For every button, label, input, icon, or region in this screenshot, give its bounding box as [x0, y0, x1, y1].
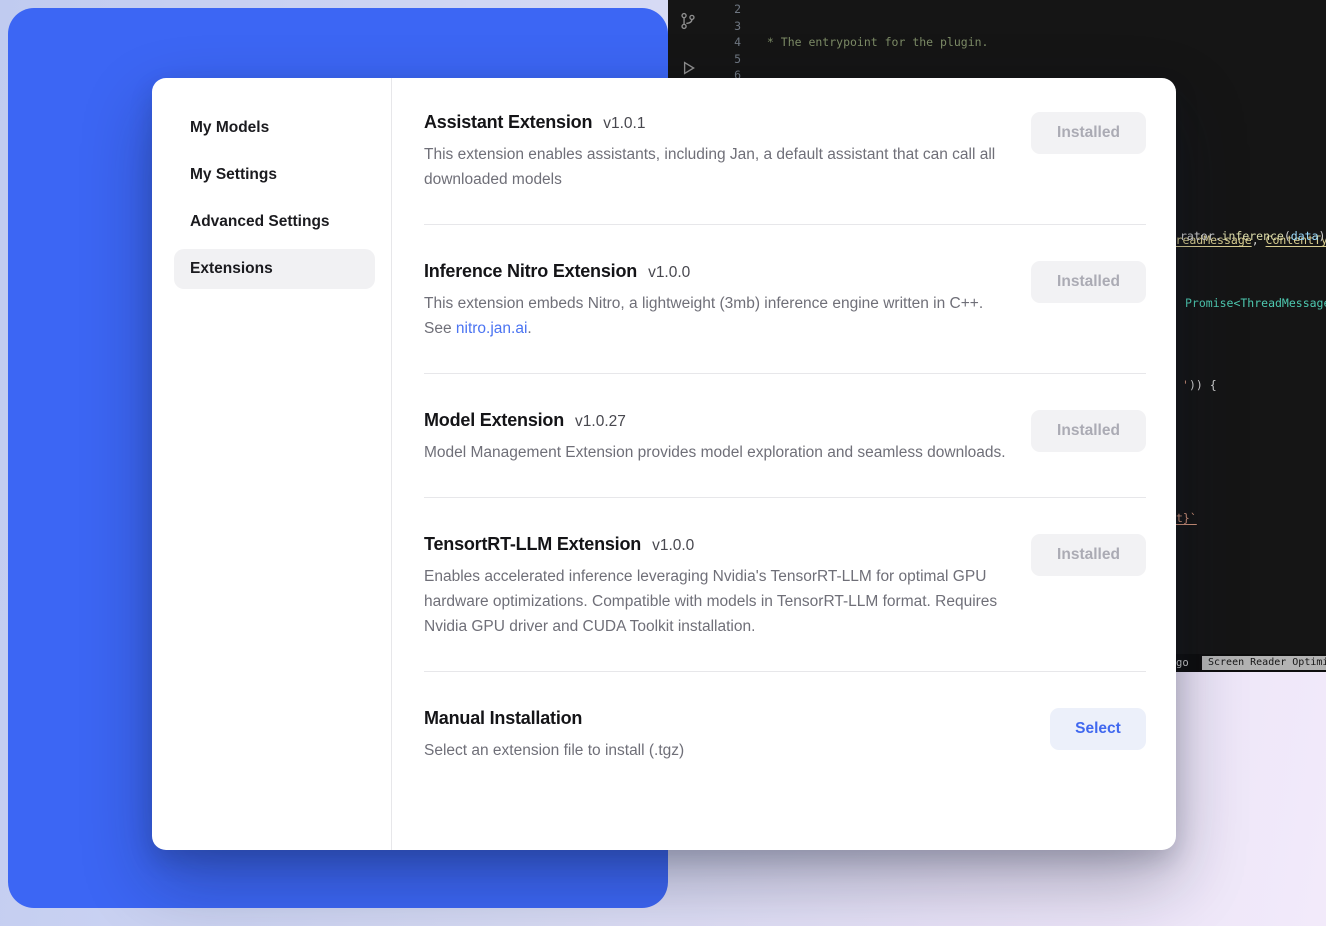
code-token: )) { — [1189, 378, 1217, 392]
desktop-background: 2 3 4 5 6 * The entrypoint for the plugi… — [0, 0, 1326, 926]
extension-version: v1.0.1 — [603, 115, 645, 133]
code-token: rator. — [1180, 229, 1222, 243]
extension-version: v1.0.0 — [652, 537, 694, 555]
description-text: . — [527, 320, 531, 337]
section-divider — [424, 373, 1146, 374]
source-control-icon[interactable] — [679, 12, 697, 30]
code-token: ( — [1284, 229, 1291, 243]
installed-button[interactable]: Installed — [1031, 261, 1146, 303]
code-token: )); — [1319, 229, 1326, 243]
settings-modal: My Models My Settings Advanced Settings … — [152, 78, 1176, 850]
sidebar-item-my-models[interactable]: My Models — [174, 108, 375, 148]
code-token: data — [1291, 229, 1319, 243]
status-text: go — [1176, 657, 1189, 669]
line-number: 2 — [721, 1, 741, 18]
sidebar-item-my-settings[interactable]: My Settings — [174, 155, 375, 195]
run-debug-icon[interactable] — [679, 59, 697, 77]
extension-version: v1.0.27 — [575, 413, 626, 431]
section-divider — [424, 671, 1146, 672]
screen-reader-badge[interactable]: Screen Reader Optimized — [1202, 656, 1326, 670]
nitro-jan-ai-link[interactable]: nitro.jan.ai — [456, 320, 528, 337]
installed-button[interactable]: Installed — [1031, 112, 1146, 154]
extension-description: This extension enables assistants, inclu… — [424, 142, 1007, 192]
extension-description: Model Management Extension provides mode… — [424, 440, 1006, 465]
sidebar-item-advanced-settings[interactable]: Advanced Settings — [174, 202, 375, 242]
manual-install-select-button[interactable]: Select — [1050, 708, 1146, 750]
editor-line-numbers: 2 3 4 5 6 — [721, 1, 741, 84]
section-divider — [424, 224, 1146, 225]
installed-button[interactable]: Installed — [1031, 534, 1146, 576]
code-fragment: ')) { — [1182, 378, 1217, 392]
sidebar-item-extensions[interactable]: Extensions — [174, 249, 375, 289]
extension-description: Enables accelerated inference leveraging… — [424, 564, 1007, 639]
code-fragment: Promise<ThreadMessage> — [1185, 296, 1326, 310]
extension-description: Select an extension file to install (.tg… — [424, 738, 684, 763]
extension-row-tensorrt-llm: TensortRT-LLM Extension v1.0.0 Enables a… — [424, 534, 1146, 639]
extension-name: Model Extension — [424, 410, 564, 431]
installed-button[interactable]: Installed — [1031, 410, 1146, 452]
extension-name: TensortRT-LLM Extension — [424, 534, 641, 555]
code-fragment: rator.inference(data)); — [1180, 229, 1326, 243]
code-line: * The entrypoint for the plugin. — [760, 34, 1326, 51]
line-number: 3 — [721, 18, 741, 35]
extension-description: This extension embeds Nitro, a lightweig… — [424, 291, 1007, 341]
manual-installation-row: Manual Installation Select an extension … — [424, 708, 1146, 763]
extension-name: Assistant Extension — [424, 112, 592, 133]
code-token: ' — [1182, 378, 1189, 392]
extension-name: Manual Installation — [424, 708, 582, 729]
extension-row-model: Model Extension v1.0.27 Model Management… — [424, 410, 1146, 465]
line-number: 4 — [721, 34, 741, 51]
extension-row-inference-nitro: Inference Nitro Extension v1.0.0 This ex… — [424, 261, 1146, 341]
extension-name: Inference Nitro Extension — [424, 261, 637, 282]
extensions-panel: Assistant Extension v1.0.1 This extensio… — [392, 78, 1176, 850]
line-number: 5 — [721, 51, 741, 68]
extension-row-assistant: Assistant Extension v1.0.1 This extensio… — [424, 112, 1146, 192]
section-divider — [424, 497, 1146, 498]
code-fragment: t}` — [1176, 511, 1197, 525]
extension-version: v1.0.0 — [648, 264, 690, 282]
settings-sidebar: My Models My Settings Advanced Settings … — [152, 78, 392, 850]
code-token: inference — [1222, 229, 1284, 243]
